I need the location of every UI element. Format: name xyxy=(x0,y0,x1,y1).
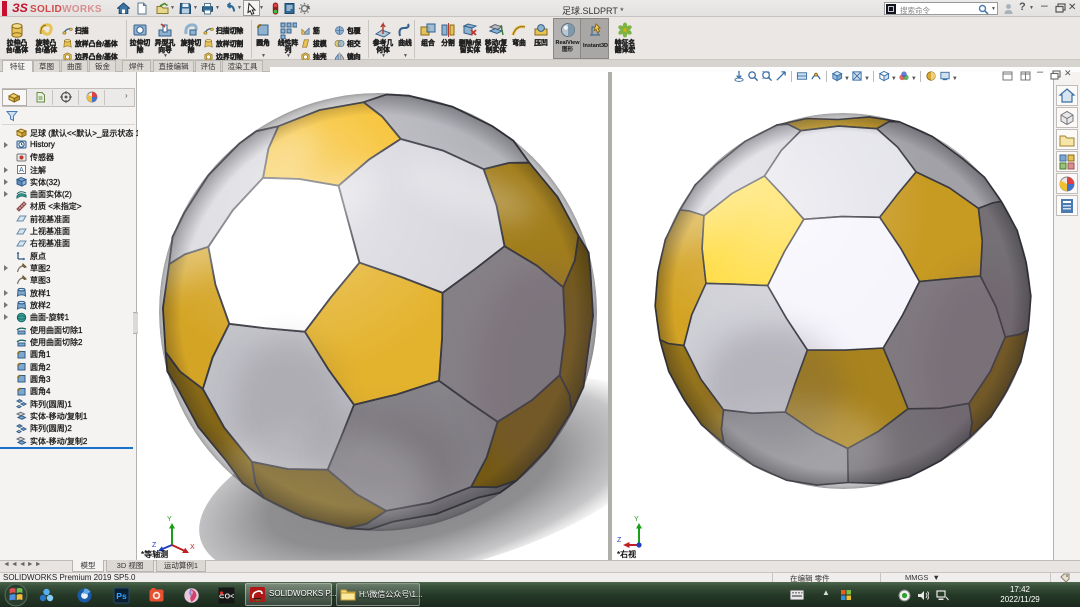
svg-text:X: X xyxy=(190,544,195,551)
svg-text:Ps: Ps xyxy=(116,591,127,601)
svg-text:A: A xyxy=(19,167,24,174)
svg-text:Z: Z xyxy=(617,537,622,544)
svg-text:Y: Y xyxy=(634,516,639,523)
svg-text:Y: Y xyxy=(167,516,172,523)
svg-text:2019: 2019 xyxy=(254,598,261,602)
svg-text:Z: Z xyxy=(152,542,157,549)
